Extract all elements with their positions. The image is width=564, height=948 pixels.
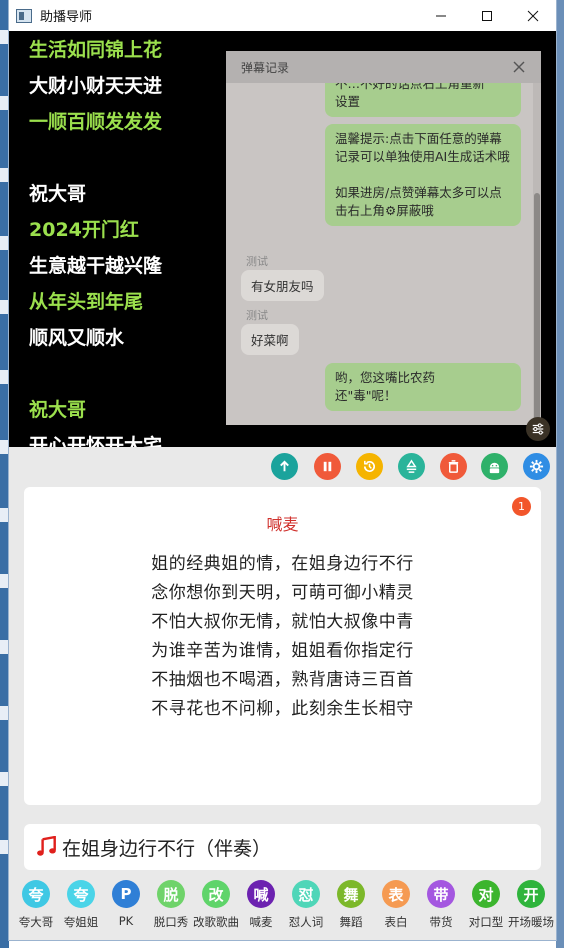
gear-icon xyxy=(529,459,544,474)
category-icon: 改 xyxy=(202,880,230,908)
window-title: 助播导师 xyxy=(40,10,93,25)
history-button[interactable] xyxy=(356,453,383,480)
up-icon xyxy=(280,460,289,472)
danmu-user-message[interactable]: 好菜啊 xyxy=(241,324,299,355)
pause-button[interactable] xyxy=(314,453,341,480)
category-icon: 夸 xyxy=(67,880,95,908)
category-icon: 舞 xyxy=(337,880,365,908)
desktop-right-strip xyxy=(556,0,564,948)
danmu-username: 测试 xyxy=(246,309,268,322)
song-bar[interactable]: 在姐身边行不行（伴奏） xyxy=(24,824,541,870)
lyric-line: 不怕大叔你无情，就怕大叔像中青 xyxy=(151,612,414,632)
category-icon: 开 xyxy=(517,880,545,908)
trash-button[interactable] xyxy=(440,453,467,480)
danmu-scrollbar[interactable] xyxy=(533,83,541,425)
category-icon: 喊 xyxy=(247,880,275,908)
stage-lyric-line: 2024开门红 xyxy=(29,219,139,241)
stage-lyric-line: 生意越干越兴隆 xyxy=(29,255,163,277)
category-icon: 脱 xyxy=(157,880,185,908)
stage-lyric-line: 祝大哥 xyxy=(29,399,87,421)
android-button[interactable] xyxy=(481,453,508,480)
action-toolbar xyxy=(9,447,556,487)
app-window: 助播导师 生活如同锦上花 大财小财天天进 一顺百顺发发发 祝大哥 2024开门红生意越干… xyxy=(9,0,556,940)
trash-icon xyxy=(448,460,459,473)
stage-settings-button[interactable] xyxy=(526,417,550,441)
category-icon: 对 xyxy=(472,880,500,908)
app-icon xyxy=(16,8,32,23)
recycle-icon xyxy=(406,459,417,473)
category-icon: 表 xyxy=(382,880,410,908)
danmu-username: 测试 xyxy=(246,255,268,268)
lyric-line: 为谁辛苦为谁情，姐姐看你指定行 xyxy=(151,641,414,661)
pause-icon xyxy=(323,461,332,472)
android-icon xyxy=(489,462,500,474)
category-bar: 夸夸大哥夸夸姐姐 P PK 脱脱口秀改改歌歌曲喊喊麦怼怼人词舞舞蹈表表白带带货对对口型… xyxy=(9,872,556,940)
category-icon: 带 xyxy=(427,880,455,908)
history-icon xyxy=(363,460,376,473)
stage-lyric-line: 祝大哥 xyxy=(29,183,87,205)
song-bar-area: 在姐身边行不行（伴奏） xyxy=(9,824,556,872)
stage-lyric-line: 大财小财天天进 xyxy=(29,75,163,97)
lyrics-card-area: 喊麦 1 姐的经典姐的情，在姐身边行不行 念你想你到天明，可萌可御小精灵 不怕大叔你… xyxy=(9,487,556,824)
danmu-message-list: 不…不好的话点右上角重新 设置 温馨提示:点击下面任意的弹幕记录可以单独使用AI… xyxy=(226,83,533,425)
stage-lyric-line: 顺风又顺水 xyxy=(29,327,125,349)
close-icon xyxy=(527,10,539,21)
danmu-record-dialog: 弹幕记录 不…不好的话点右上角重新 设置 温馨提示:点击下面任意的弹幕记录可以单… xyxy=(226,51,541,425)
category-icon: 夸 xyxy=(22,880,50,908)
scrollbar-thumb[interactable] xyxy=(534,193,540,423)
song-name: 在姐身边行不行（伴奏） xyxy=(62,837,272,860)
category-item[interactable]: 开开场暖场 xyxy=(508,880,554,930)
danmu-ai-reply[interactable]: 哟，您这嘴比农药 还"毒"呢！ xyxy=(325,363,521,411)
desktop-left-strip xyxy=(0,0,9,948)
danmu-user-message[interactable]: 有女朋友吗 xyxy=(241,270,324,301)
danmu-message[interactable]: 不…不好的话点右上角重新 设置 xyxy=(325,83,521,117)
lyrics-stage: 生活如同锦上花 大财小财天天进 一顺百顺发发发 祝大哥 2024开门红生意越干越兴隆 从年… xyxy=(9,31,556,447)
lyric-line: 姐的经典姐的情，在姐身边行不行 xyxy=(151,554,414,574)
stage-lyric-line: 从年头到年尾 xyxy=(29,291,144,313)
category-icon: P xyxy=(112,880,140,908)
danmu-close-icon[interactable] xyxy=(511,59,527,75)
stage-lyric-line: 开心开怀开大宅 xyxy=(29,435,163,447)
minimize-icon xyxy=(436,15,446,16)
music-note-icon xyxy=(37,836,56,856)
lyric-line: 念你想你到天明，可萌可御小精灵 xyxy=(151,583,414,603)
count-badge: 1 xyxy=(512,497,531,516)
recycle-button[interactable] xyxy=(398,453,425,480)
danmu-dialog-title: 弹幕记录 xyxy=(226,51,541,83)
stage-lyric-line: 生活如同锦上花 xyxy=(29,39,163,61)
lyrics-card: 喊麦 1 姐的经典姐的情，在姐身边行不行 念你想你到天明，可萌可御小精灵 不怕大叔你… xyxy=(24,487,541,805)
danmu-tip-message[interactable]: 温馨提示:点击下面任意的弹幕记录可以单独使用AI生成话术哦 如果进房/点赞弹幕太… xyxy=(325,124,521,226)
minimize-button[interactable] xyxy=(418,0,464,31)
gear-button[interactable] xyxy=(523,453,550,480)
lyric-line: 不抽烟也不喝酒，熟背唐诗三百首 xyxy=(151,670,414,690)
close-button[interactable] xyxy=(510,0,556,31)
maximize-icon xyxy=(482,10,492,21)
category-icon: 怼 xyxy=(292,880,320,908)
stage-lyric-line: 一顺百顺发发发 xyxy=(29,111,163,133)
lyric-line: 不寻花也不问柳，此刻余生长相守 xyxy=(151,699,414,719)
category-label: 开场暖场 xyxy=(508,915,554,929)
card-title: 喊麦 xyxy=(266,515,299,534)
title-bar: 助播导师 xyxy=(9,0,556,31)
maximize-button[interactable] xyxy=(464,0,510,31)
up-button[interactable] xyxy=(271,453,298,480)
sliders-icon xyxy=(532,423,544,435)
